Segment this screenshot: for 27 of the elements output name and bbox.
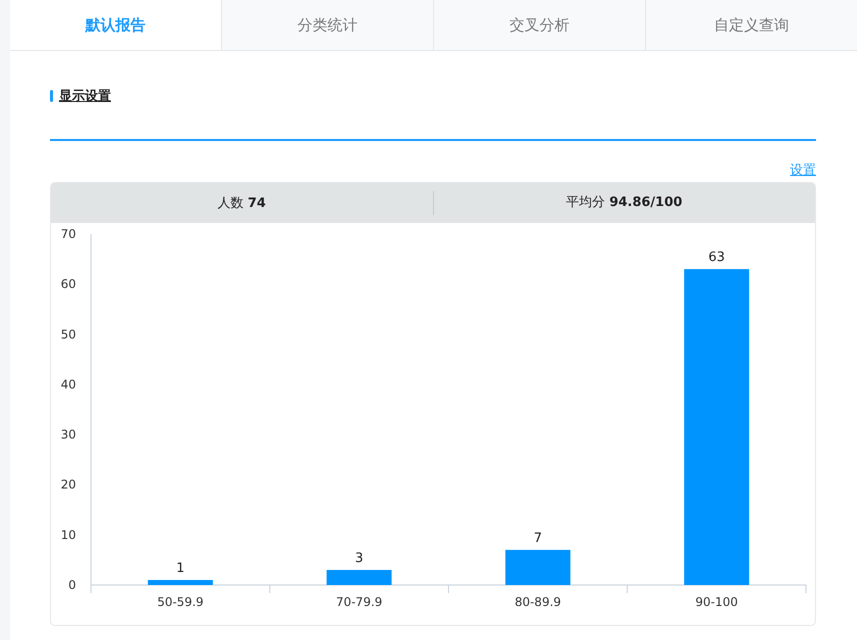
data-label: 63	[708, 250, 725, 266]
settings-link[interactable]: 设置	[790, 161, 816, 181]
x-tick-label: 50-59.9	[157, 595, 204, 609]
y-tick-label: 0	[68, 578, 76, 592]
y-tick-label: 70	[60, 227, 76, 241]
y-tick-label: 40	[60, 377, 76, 392]
y-tick-label: 20	[60, 478, 76, 492]
tab[interactable]: 分类统计	[221, 0, 433, 50]
stat-text: 平均分 94.86/100	[566, 195, 682, 210]
y-tick-label: 50	[60, 327, 76, 342]
bar	[148, 580, 213, 585]
x-tick-label: 90-100	[695, 595, 738, 609]
y-tick-label: 30	[60, 428, 76, 442]
y-tick-label: 60	[60, 277, 76, 292]
tab[interactable]: 自定义查询	[645, 0, 857, 50]
bar	[326, 570, 392, 585]
bar	[505, 550, 570, 585]
stat-text: 人数 74	[218, 196, 266, 211]
x-tick-label: 70-79.9	[336, 595, 382, 609]
data-label: 3	[354, 550, 364, 566]
data-label: 1	[176, 560, 185, 576]
accent-marker	[50, 90, 53, 102]
data-label: 7	[534, 530, 542, 546]
y-tick-label: 10	[60, 528, 76, 542]
x-tick-label: 80-89.9	[514, 595, 562, 609]
section-title: 显示设置	[59, 88, 111, 105]
tab[interactable]: 交叉分析	[433, 0, 645, 50]
